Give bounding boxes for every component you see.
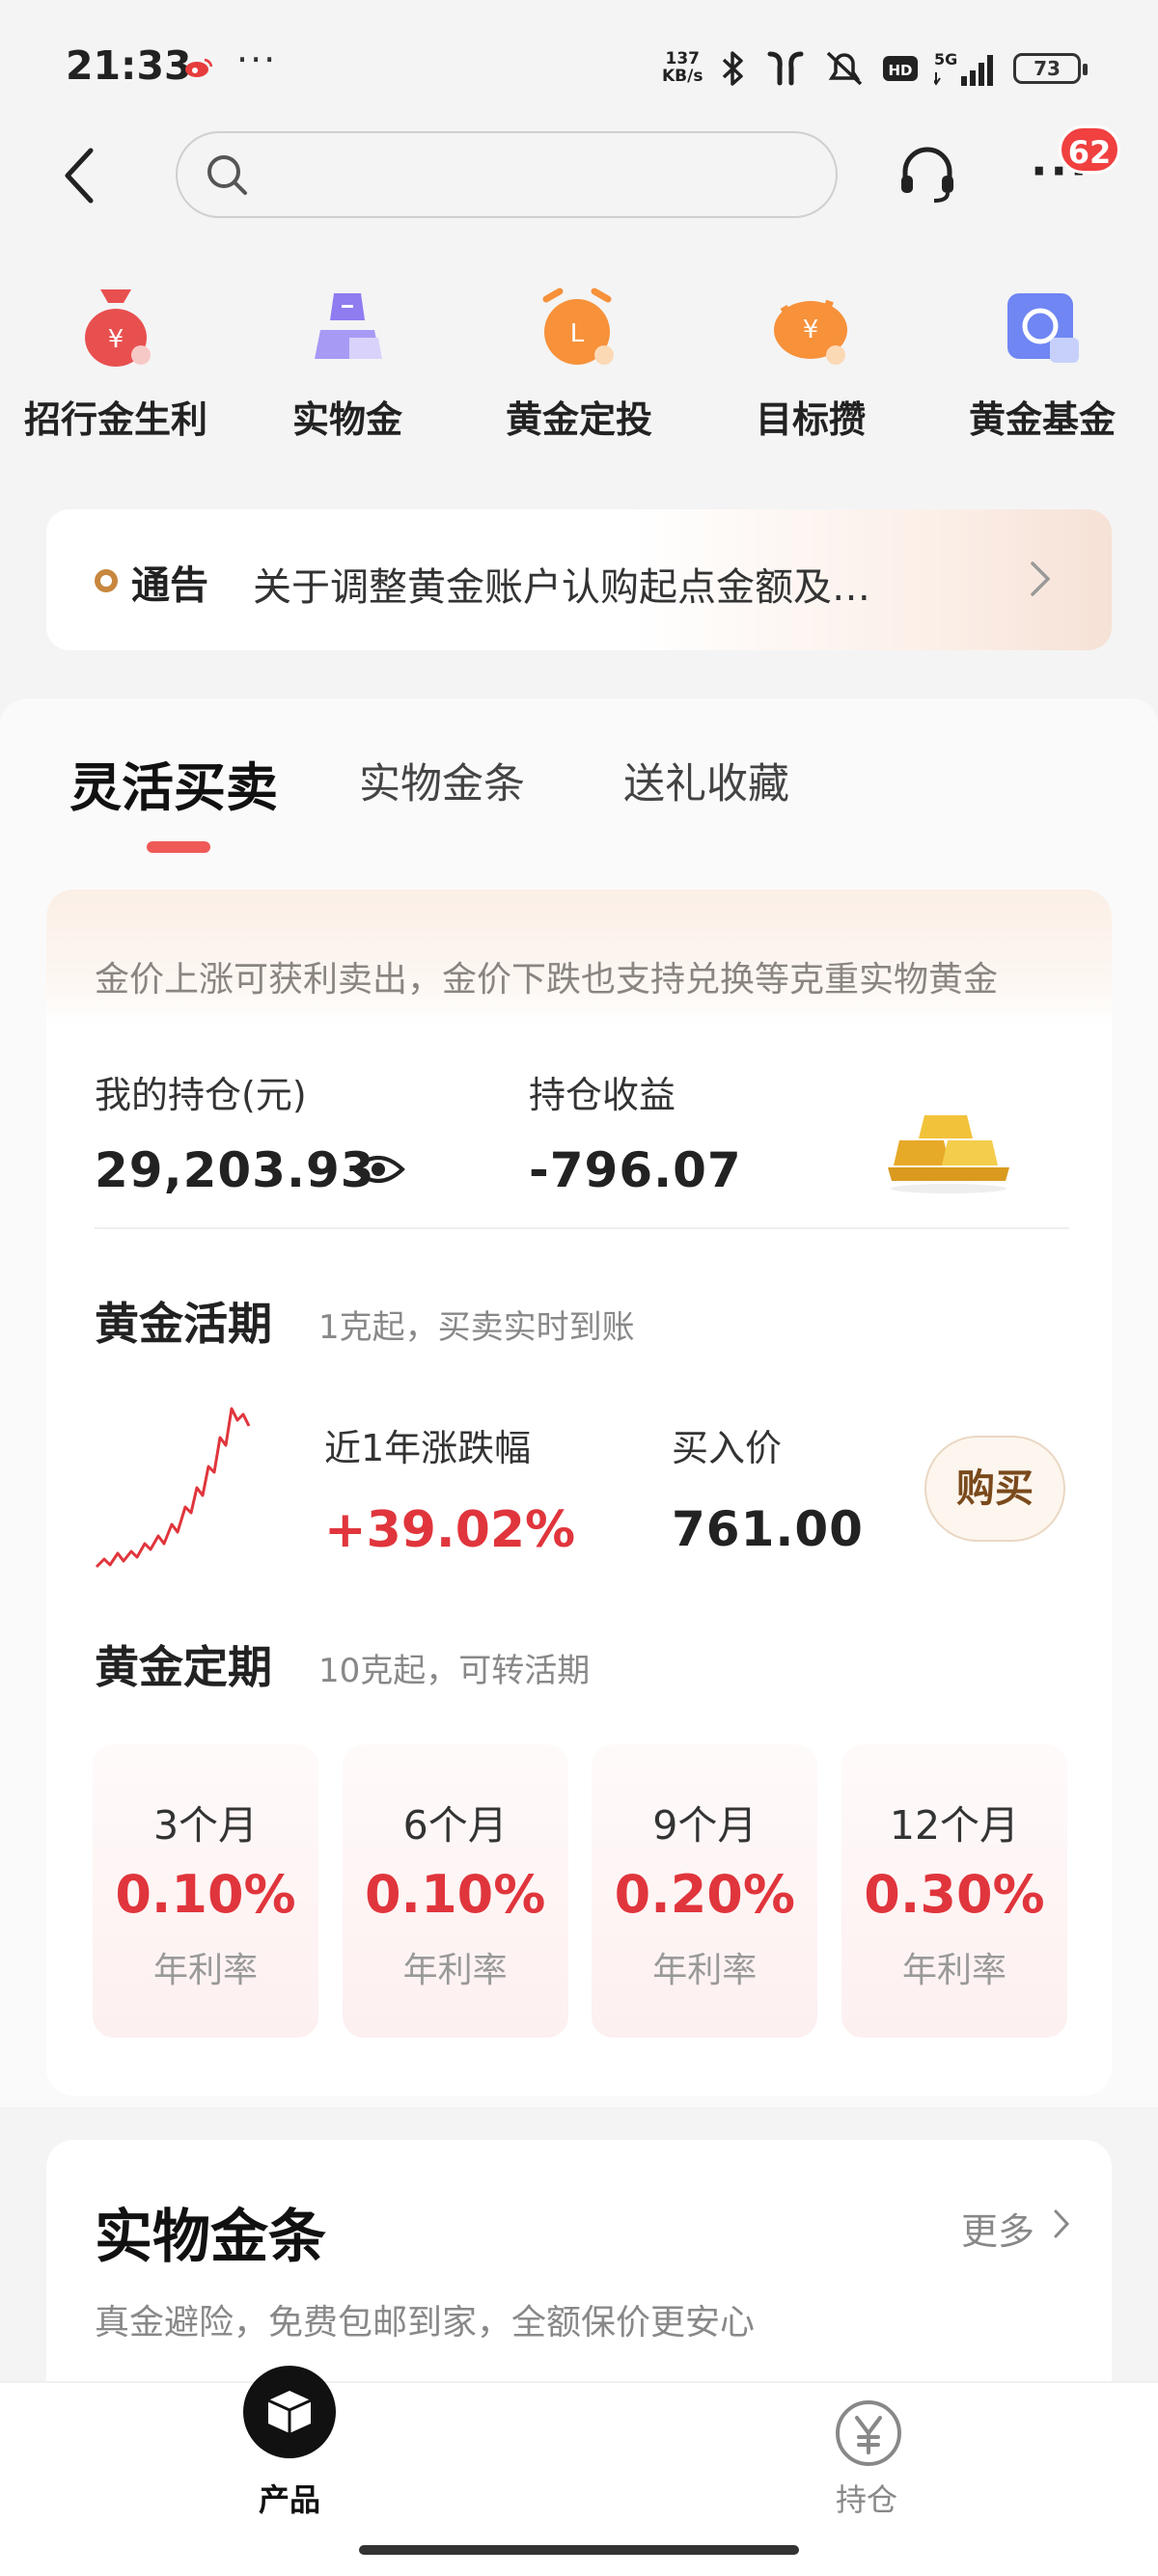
back-arrow-icon[interactable]: [58, 145, 100, 206]
change-value: +39.02%: [324, 1501, 576, 1559]
term-rate: 0.10%: [115, 1864, 296, 1925]
status-icons: HD 5G 73: [716, 48, 1088, 89]
chevron-right-icon[interactable]: [1052, 2207, 1071, 2240]
demand-title: 黄金活期: [95, 1298, 272, 1350]
svg-text:¥: ¥: [803, 315, 819, 344]
term-card-12m[interactable]: 12个月 0.30% 年利率: [841, 1744, 1067, 2038]
money-bag-icon: ¥: [85, 289, 151, 367]
price-sparkline: [95, 1407, 251, 1569]
search-icon: [207, 155, 247, 195]
search-input[interactable]: [176, 131, 838, 218]
signal-5g-icon: 5G: [934, 50, 993, 86]
term-name: 12个月: [889, 1802, 1020, 1849]
holding-value: 29,203.93: [95, 1142, 375, 1198]
profit-value: -796.07: [529, 1142, 742, 1198]
buy-button[interactable]: 购买: [924, 1436, 1065, 1542]
term-card-6m[interactable]: 6个月 0.10% 年利率: [342, 1744, 568, 2038]
term-rate: 0.30%: [864, 1864, 1045, 1925]
alarm-clock-icon: L: [542, 288, 614, 365]
quick-entry-label: 黄金定投: [505, 398, 652, 441]
network-speed-value: 137: [665, 49, 700, 69]
status-more-icon: ···: [236, 39, 278, 81]
eye-icon[interactable]: [351, 1152, 405, 1187]
status-time: 21:33: [66, 42, 192, 89]
chevron-right-icon[interactable]: [1029, 558, 1054, 600]
holding-label: 我的持仓(元): [95, 1074, 307, 1116]
divider: [95, 1227, 1069, 1229]
term-unit: 年利率: [152, 1951, 258, 1990]
term-card-9m[interactable]: 9个月 0.20% 年利率: [592, 1744, 818, 2038]
more-link[interactable]: 更多: [961, 2202, 1034, 2255]
tab-gift-collection[interactable]: 送礼收藏: [623, 751, 789, 810]
fixed-subtitle: 10克起，可转活期: [318, 1652, 591, 1690]
bluetooth-icon: [722, 51, 743, 86]
physical-bars-subtitle: 真金避险，免费包邮到家，全额保价更安心: [95, 2303, 756, 2343]
term-rate: 0.20%: [614, 1864, 795, 1925]
term-unit: 年利率: [402, 1951, 508, 1990]
customer-service-headset-icon[interactable]: [896, 143, 959, 206]
term-unit: 年利率: [652, 1951, 758, 1990]
quick-entry-label: 黄金基金: [968, 398, 1116, 441]
fixed-terms: 3个月 0.10% 年利率 6个月 0.10% 年利率 9个月 0.20% 年利…: [93, 1744, 1067, 2038]
network-speed-unit: KB/s: [662, 67, 703, 86]
network-speed: 137 KB/s: [662, 50, 703, 85]
svg-text:L: L: [570, 319, 585, 348]
demand-subtitle: 1克起，买卖实时到账: [318, 1308, 635, 1347]
notice-dot-icon: [95, 569, 118, 592]
price-value: 761.00: [672, 1501, 864, 1557]
price-label: 买入价: [672, 1427, 783, 1469]
card-tip: 金价上涨可获利卖出，金价下跌也支持兑换等克重实物黄金: [95, 960, 999, 1000]
hd-icon: HD: [883, 56, 918, 81]
quick-entry-gold-regular-invest[interactable]: L 黄金定投: [463, 280, 695, 453]
notice-text[interactable]: 关于调整黄金账户认购起点金额及…: [253, 556, 957, 612]
tab-underline: [147, 841, 210, 853]
svg-text:5G: 5G: [934, 50, 957, 69]
mute-icon: [826, 51, 863, 86]
term-rate: 0.10%: [364, 1864, 546, 1925]
term-unit: 年利率: [901, 1951, 1006, 1990]
quick-entry-target-save[interactable]: ¥ 目标攒: [695, 280, 926, 453]
quick-entry-row: ¥ 招行金生利 实物金 L 黄金定投 ¥ 目标攒 黄金基金: [0, 280, 1158, 453]
quick-entry-label: 招行金生利: [23, 398, 207, 441]
change-label: 近1年涨跌幅: [324, 1427, 532, 1469]
tab-flexible-trade[interactable]: 灵活买卖: [69, 745, 278, 821]
gold-bars-icon: [888, 1115, 1009, 1193]
tab-products-label[interactable]: 产品: [259, 2476, 320, 2520]
piggy-bank-icon: ¥: [774, 299, 847, 365]
term-name: 9个月: [652, 1802, 758, 1849]
quick-entry-zhaohang-jinshengli[interactable]: ¥ 招行金生利: [0, 280, 232, 453]
term-card-3m[interactable]: 3个月 0.10% 年利率: [93, 1744, 318, 2038]
physical-bars-title: 实物金条: [95, 2204, 326, 2271]
message-badge: 62: [1059, 125, 1120, 174]
earbuds-icon: [767, 51, 804, 86]
term-name: 6个月: [402, 1802, 508, 1849]
tab-physical-bars[interactable]: 实物金条: [359, 751, 525, 810]
term-name: 3个月: [152, 1802, 259, 1849]
home-indicator[interactable]: [359, 2545, 799, 2555]
tab-products[interactable]: [243, 2366, 336, 2458]
svg-text:HD: HD: [888, 62, 912, 79]
notice-tag: 通告: [131, 563, 208, 608]
gold-bar-icon: [315, 293, 382, 359]
quick-entry-gold-fund[interactable]: 黄金基金: [926, 280, 1158, 453]
svg-text:¥: ¥: [108, 325, 124, 354]
yen-circle-icon[interactable]: [834, 2398, 903, 2468]
quick-entry-physical-gold[interactable]: 实物金: [232, 280, 463, 453]
fixed-title: 黄金定期: [95, 1641, 272, 1693]
tab-holdings-label[interactable]: 持仓: [836, 2476, 897, 2520]
quick-entry-label: 实物金: [291, 398, 402, 441]
box-icon: [267, 2391, 312, 2433]
battery-indicator: 73: [1013, 53, 1088, 84]
fund-icon: [1007, 293, 1079, 363]
quick-entry-label: 目标攒: [755, 398, 866, 441]
profit-label: 持仓收益: [529, 1074, 676, 1116]
weibo-icon: [185, 58, 213, 77]
